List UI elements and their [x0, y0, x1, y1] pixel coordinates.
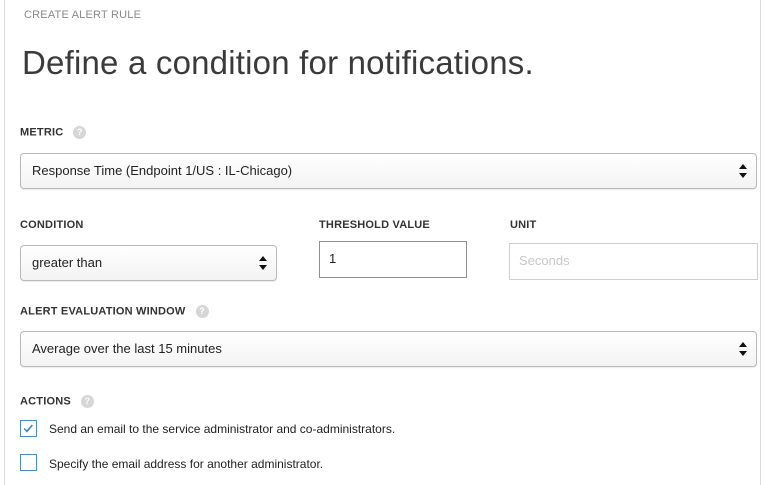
metric-label: METRIC: [20, 126, 64, 139]
condition-label: CONDITION: [20, 219, 84, 231]
updown-arrows-icon: [739, 342, 747, 356]
evaluation-window-select[interactable]: Average over the last 15 minutes: [20, 331, 757, 367]
threshold-value-input[interactable]: 1: [319, 241, 467, 278]
window-label-group: ALERT EVALUATION WINDOW?: [20, 305, 209, 318]
actions-label-group: ACTIONS?: [20, 395, 94, 408]
action-checkbox-other-admin[interactable]: [20, 454, 37, 471]
help-icon[interactable]: ?: [73, 126, 87, 139]
updown-arrows-icon: [739, 164, 747, 178]
section-eyebrow: CREATE ALERT RULE: [24, 9, 142, 21]
unit-label: UNIT: [510, 219, 537, 231]
help-icon[interactable]: ?: [195, 305, 209, 318]
unit-placeholder: Seconds: [519, 253, 570, 268]
page-title: Define a condition for notifications.: [22, 44, 534, 81]
condition-select-value: greater than: [32, 255, 103, 270]
help-icon[interactable]: ?: [80, 395, 94, 408]
window-label: ALERT EVALUATION WINDOW: [20, 305, 186, 318]
metric-select[interactable]: Response Time (Endpoint 1/US : IL-Chicag…: [20, 153, 757, 189]
unit-input[interactable]: Seconds: [509, 243, 758, 280]
action-label-email-admins[interactable]: Send an email to the service administrat…: [49, 422, 395, 436]
threshold-value: 1: [329, 251, 337, 266]
condition-select[interactable]: greater than: [20, 245, 277, 281]
action-checkbox-email-admins[interactable]: [20, 420, 37, 437]
actions-label: ACTIONS: [20, 395, 71, 408]
updown-arrows-icon: [259, 256, 267, 270]
action-label-other-admin[interactable]: Specify the email address for another ad…: [49, 457, 323, 471]
evaluation-window-value: Average over the last 15 minutes: [32, 341, 222, 356]
threshold-label: THRESHOLD VALUE: [319, 219, 430, 231]
checkmark-icon: [23, 424, 33, 433]
create-alert-rule-panel: CREATE ALERT RULE Define a condition for…: [4, 0, 761, 485]
metric-label-group: METRIC?: [20, 126, 87, 139]
metric-select-value: Response Time (Endpoint 1/US : IL-Chicag…: [32, 163, 293, 178]
